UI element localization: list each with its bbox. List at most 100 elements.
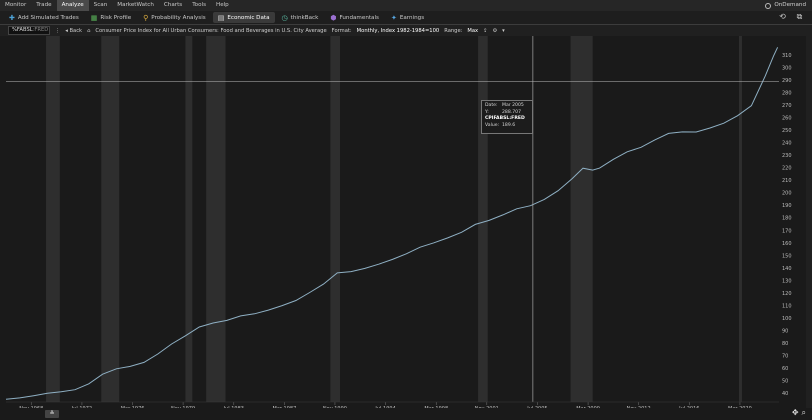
recession-band xyxy=(206,36,226,402)
symbol-text: %FABSL xyxy=(12,27,33,33)
tooltip-date-label: Date: xyxy=(485,103,498,108)
plus-icon: ✚ xyxy=(9,13,15,22)
y-tick-label: 300 xyxy=(782,65,792,71)
back-button[interactable]: ◂ Back xyxy=(65,28,82,34)
y-tick-label: 270 xyxy=(782,103,792,109)
fundamentals-icon: ⬢ xyxy=(330,13,337,22)
tool-risk-profile[interactable]: ▦ Risk Profile xyxy=(86,12,136,23)
y-tick-label: 150 xyxy=(782,253,792,259)
symbol-list-icon[interactable]: ⋮ xyxy=(55,28,60,34)
y-tick-label: 170 xyxy=(782,228,792,234)
tool-label: Probability Analysis xyxy=(151,14,206,21)
range-value[interactable]: Max xyxy=(467,28,478,34)
y-tick-label: 190 xyxy=(782,203,792,209)
format-label: Format: xyxy=(331,27,352,34)
tool-thinkback[interactable]: ◷ thinkBack xyxy=(277,12,324,23)
risk-profile-icon: ▦ xyxy=(90,13,98,22)
tooltip-symbol: CPIFABSL:FRED xyxy=(485,116,525,122)
thinkback-icon: ◷ xyxy=(281,13,288,22)
recession-band xyxy=(330,36,341,402)
tool-economic-data[interactable]: ▤ Economic Data xyxy=(212,12,275,23)
menu-item-charts[interactable]: Charts xyxy=(159,0,187,11)
menu-item-tools[interactable]: Tools xyxy=(187,0,211,11)
tool-label: Add Simulated Trades xyxy=(17,14,79,21)
tool-label: Economic Data xyxy=(227,14,270,21)
y-tick-label: 260 xyxy=(782,115,792,121)
tooltip-value-value: 189.6 xyxy=(502,122,516,128)
recession-band xyxy=(46,36,60,402)
symbol-input[interactable]: %FABSL:FRED xyxy=(8,26,50,35)
symbol-suffix: :FRED xyxy=(32,27,49,33)
ondemand-label: OnDemand xyxy=(774,2,806,8)
y-tick-label: 250 xyxy=(782,128,792,134)
range-label: Range: xyxy=(444,27,463,34)
tool-fundamentals[interactable]: ⬢ Fundamentals xyxy=(325,12,384,23)
menu-item-help[interactable]: Help xyxy=(211,0,234,11)
y-tick-label: 40 xyxy=(782,391,788,397)
recession-band xyxy=(478,36,488,402)
window-controls: ⟲ ⧉ xyxy=(778,12,804,21)
y-tick-label: 140 xyxy=(782,266,792,272)
y-tick-label: 280 xyxy=(782,90,792,96)
collapse-panel-button[interactable]: ≚ xyxy=(45,410,59,418)
tool-add-simulated-trades[interactable]: ✚ Add Simulated Trades xyxy=(4,12,84,23)
earnings-icon: ✦ xyxy=(390,13,397,22)
menu-item-trade[interactable]: Trade xyxy=(31,0,56,11)
home-icon[interactable]: ⌂ xyxy=(87,28,90,34)
y-tick-label: 50 xyxy=(782,379,788,385)
ondemand-button[interactable]: OnDemand xyxy=(765,0,806,11)
series-title: Consumer Price Index for All Urban Consu… xyxy=(95,27,327,34)
y-tick-label: 310 xyxy=(782,53,792,59)
chart-area[interactable]: 40 50 60 70 80 90 100 110 120 130 140 150 160 170 180 1… xyxy=(0,36,812,420)
menu-item-analyze[interactable]: Analyze xyxy=(56,0,89,11)
y-tick-label: 130 xyxy=(782,278,792,284)
tooltip-value-label: Value: xyxy=(485,122,500,128)
share-icon[interactable]: ⇪ xyxy=(483,28,487,34)
menu-item-scan[interactable]: Scan xyxy=(89,0,113,11)
y-tick-label: 70 xyxy=(782,354,788,360)
data-tooltip: Date: Mar 2005 Y: 288.707 CPIFABSL:FRED Va… xyxy=(481,100,533,134)
settings-gear-icon[interactable]: ⚙ xyxy=(493,28,498,34)
tool-earnings[interactable]: ✦ Earnings xyxy=(386,12,429,23)
probability-icon: ⚲ xyxy=(143,13,149,22)
y-tick-label: 60 xyxy=(782,366,788,372)
menu-item-monitor[interactable]: Monitor xyxy=(0,0,31,11)
y-tick-label: 220 xyxy=(782,166,792,172)
y-tick-label: 80 xyxy=(782,341,788,347)
y-tick-label: 120 xyxy=(782,291,792,297)
y-tick-label: 100 xyxy=(782,316,792,322)
y-tick-label: 160 xyxy=(782,241,792,247)
price-axis-panel xyxy=(806,36,812,408)
y-tick-label: 230 xyxy=(782,153,792,159)
zoom-icon[interactable]: ⌕ xyxy=(802,408,806,418)
status-bar xyxy=(0,408,812,420)
y-tick-label: 210 xyxy=(782,178,792,184)
y-tick-label: 200 xyxy=(782,191,792,197)
y-tick-label: 290 xyxy=(782,78,792,84)
tooltip-date-value: Mar 2005 xyxy=(502,103,524,108)
series-line xyxy=(5,47,779,400)
recession-band xyxy=(185,36,193,402)
tool-probability-analysis[interactable]: ⚲ Probability Analysis xyxy=(138,12,211,23)
settings-dropdown-icon[interactable]: ▾ xyxy=(502,28,505,34)
detach-icon[interactable]: ⧉ xyxy=(795,12,804,21)
chart-toolbar: %FABSL:FRED ⋮ ◂ Back ⌂ Consumer Price In… xyxy=(0,25,812,36)
tool-label: Earnings xyxy=(399,14,425,21)
y-tick-label: 90 xyxy=(782,329,788,335)
y-tick-label: 180 xyxy=(782,216,792,222)
recession-band xyxy=(101,36,120,402)
back-label: Back xyxy=(69,27,83,34)
economic-data-chart[interactable]: 40 50 60 70 80 90 100 110 120 130 140 150 160 170 180 1… xyxy=(0,36,812,420)
menu-item-marketwatch[interactable]: MarketWatch xyxy=(112,0,159,11)
tool-label: Risk Profile xyxy=(100,14,132,21)
analyze-tools-bar: ✚ Add Simulated Trades ▦ Risk Profile ⚲ Proba… xyxy=(0,11,812,24)
refresh-icon[interactable]: ⟲ xyxy=(778,12,787,21)
tool-label: Fundamentals xyxy=(339,14,379,21)
zoom-controls: ✥ ⌕ xyxy=(792,408,806,418)
economic-data-icon: ▤ xyxy=(217,13,225,22)
y-tick-label: 240 xyxy=(782,141,792,147)
recession-band xyxy=(738,36,742,402)
main-menu-bar: Monitor Trade Analyze Scan MarketWatch Charts… xyxy=(0,0,812,11)
format-value[interactable]: Monthly, Index 1982-1984=100 xyxy=(357,28,440,34)
pan-icon[interactable]: ✥ xyxy=(792,408,799,418)
